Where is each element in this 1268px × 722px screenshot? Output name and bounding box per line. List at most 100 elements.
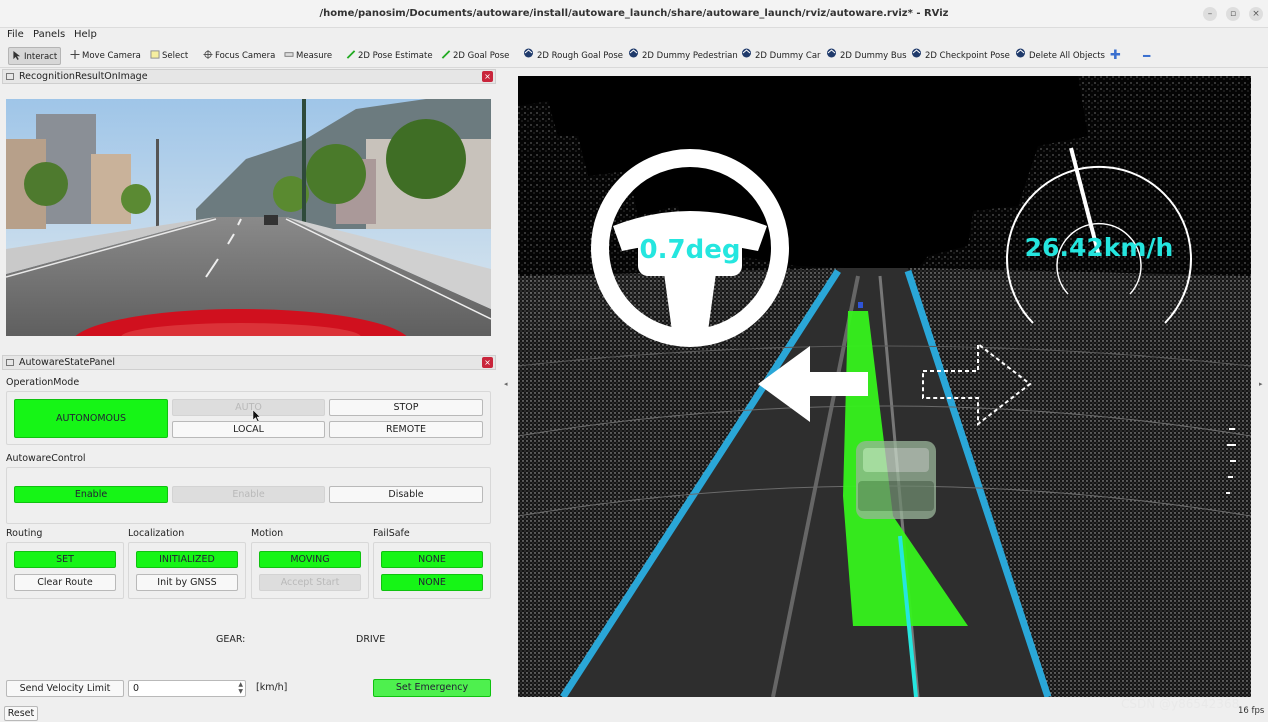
ruler-icon xyxy=(284,52,294,57)
pose-estimate-tool[interactable]: 2D Pose Estimate xyxy=(346,47,433,65)
menu-help[interactable]: Help xyxy=(74,29,97,40)
crosshair-icon xyxy=(203,50,213,59)
rviz-scene: 0.7deg 26.42km/h xyxy=(518,76,1251,697)
measure-tool[interactable]: Measure xyxy=(284,47,332,65)
rough-goal-pose-tool[interactable]: 2D Rough Goal Pose xyxy=(522,47,623,65)
stop-button[interactable]: STOP xyxy=(329,399,483,416)
auto-button[interactable]: AUTO xyxy=(172,399,325,416)
select-box-icon xyxy=(150,50,160,59)
goal-pose-tool[interactable]: 2D Goal Pose xyxy=(441,47,509,65)
dummy-pedestrian-tool[interactable]: 2D Dummy Pedestrian xyxy=(627,47,738,65)
3d-viewport[interactable]: 0.7deg 26.42km/h xyxy=(518,76,1251,697)
dummy-car-tool[interactable]: 2D Dummy Car xyxy=(740,47,821,65)
cursor-icon xyxy=(13,51,21,60)
interact-tool[interactable]: Interact xyxy=(8,47,62,65)
minimize-icon[interactable]: – xyxy=(1203,7,1217,21)
operation-mode-status: AUTONOMOUS xyxy=(14,399,168,438)
dummy-bus-tool[interactable]: 2D Dummy Bus xyxy=(825,47,907,65)
autoware-control-status: Enable xyxy=(14,486,168,503)
autoware-logo-icon xyxy=(524,48,533,58)
move-icon xyxy=(70,50,80,59)
ego-vehicle-model xyxy=(856,441,936,519)
menu-file[interactable]: File xyxy=(7,29,24,40)
failsafe-status-1: NONE xyxy=(381,551,483,568)
autoware-control-label: AutowareControl xyxy=(6,453,86,464)
rough-goal-pose-label: 2D Rough Goal Pose xyxy=(537,51,623,61)
delete-all-objects-tool[interactable]: Delete All Objects xyxy=(1014,47,1105,65)
toolbar: Interact Move Camera Select Focus Camera… xyxy=(0,44,1268,68)
local-button[interactable]: LOCAL xyxy=(172,421,325,438)
close-icon[interactable]: × xyxy=(482,71,493,82)
green-arrow-icon xyxy=(441,50,451,59)
remove-tool-icon[interactable]: ━ xyxy=(1143,47,1150,65)
panel-icon xyxy=(6,359,14,366)
pose-estimate-label: 2D Pose Estimate xyxy=(358,51,433,61)
camera-image xyxy=(6,99,491,336)
autoware-logo-icon xyxy=(629,48,638,58)
reset-button[interactable]: Reset xyxy=(4,706,38,721)
checkpoint-pose-label: 2D Checkpoint Pose xyxy=(925,51,1010,61)
speed-text: 26.42km/h xyxy=(1025,233,1174,262)
measure-label: Measure xyxy=(296,51,333,61)
select-tool[interactable]: Select xyxy=(150,47,188,65)
close-icon[interactable]: × xyxy=(1249,7,1263,21)
gear-label: GEAR: xyxy=(216,634,246,645)
localization-label: Localization xyxy=(128,528,185,539)
enable-button[interactable]: Enable xyxy=(172,486,325,503)
window-title: /home/panosim/Documents/autoware/install… xyxy=(319,8,949,19)
remote-button[interactable]: REMOTE xyxy=(329,421,483,438)
operation-mode-label: OperationMode xyxy=(6,377,80,388)
routing-status: SET xyxy=(14,551,116,568)
set-emergency-button[interactable]: Set Emergency xyxy=(373,679,491,697)
fps-counter: 16 fps xyxy=(1238,706,1265,716)
autoware-logo-icon xyxy=(827,48,836,58)
focus-camera-tool[interactable]: Focus Camera xyxy=(203,47,275,65)
spinbox-arrows-icon[interactable]: ▲ ▼ xyxy=(238,681,243,695)
autoware-logo-icon xyxy=(742,48,751,58)
init-by-gnss-button[interactable]: Init by GNSS xyxy=(136,574,238,591)
dummy-bus-label: 2D Dummy Bus xyxy=(840,51,907,61)
maximize-icon[interactable]: ▫ xyxy=(1226,7,1240,21)
move-camera-tool[interactable]: Move Camera xyxy=(70,47,141,65)
motion-status: MOVING xyxy=(259,551,361,568)
state-panel-header[interactable]: AutowareStatePanel × xyxy=(2,355,496,370)
autoware-logo-icon xyxy=(1016,48,1025,58)
focus-camera-label: Focus Camera xyxy=(215,51,276,61)
steering-angle-text: 0.7deg xyxy=(640,235,741,265)
csdn-watermark: CSDN @y86542368 xyxy=(1121,697,1240,711)
send-velocity-limit-button[interactable]: Send Velocity Limit xyxy=(6,680,124,697)
dummy-pedestrian-label: 2D Dummy Pedestrian xyxy=(642,51,738,61)
recognition-panel-header[interactable]: RecognitionResultOnImage × xyxy=(2,69,496,84)
gear-value: DRIVE xyxy=(356,634,386,645)
green-arrow-icon xyxy=(346,50,356,59)
select-label: Select xyxy=(162,51,189,61)
motion-label: Motion xyxy=(251,528,284,539)
close-icon[interactable]: × xyxy=(482,357,493,368)
failsafe-status-2: NONE xyxy=(381,574,483,591)
menu-panels[interactable]: Panels xyxy=(33,29,65,40)
mouse-cursor-icon xyxy=(252,410,261,422)
splitter-left-arrow-icon[interactable]: ◂ xyxy=(504,380,508,388)
autoware-logo-icon xyxy=(912,48,921,58)
velocity-unit: [km/h] xyxy=(256,682,288,693)
routing-label: Routing xyxy=(6,528,43,539)
state-panel-title: AutowareStatePanel xyxy=(19,357,115,368)
goal-pose-label: 2D Goal Pose xyxy=(453,51,510,61)
window-titlebar: /home/panosim/Documents/autoware/install… xyxy=(0,0,1268,28)
failsafe-label: FailSafe xyxy=(373,528,410,539)
velocity-limit-value: 0 xyxy=(133,683,140,694)
accept-start-button[interactable]: Accept Start xyxy=(259,574,361,591)
recognition-panel-title: RecognitionResultOnImage xyxy=(19,71,148,82)
menu-bar: File Panels Help xyxy=(0,28,1268,44)
splitter-right-arrow-icon[interactable]: ▸ xyxy=(1259,380,1263,388)
localization-status: INITIALIZED xyxy=(136,551,238,568)
disable-button[interactable]: Disable xyxy=(329,486,483,503)
add-tool-icon[interactable]: ✚ xyxy=(1110,47,1121,65)
panel-icon xyxy=(6,73,14,80)
left-dock: RecognitionResultOnImage × AutowareState… xyxy=(0,68,500,722)
interact-label: Interact xyxy=(24,52,58,62)
clear-route-button[interactable]: Clear Route xyxy=(14,574,116,591)
move-camera-label: Move Camera xyxy=(82,51,141,61)
checkpoint-pose-tool[interactable]: 2D Checkpoint Pose xyxy=(910,47,1010,65)
velocity-limit-input[interactable]: 0 ▲ ▼ xyxy=(128,680,246,697)
